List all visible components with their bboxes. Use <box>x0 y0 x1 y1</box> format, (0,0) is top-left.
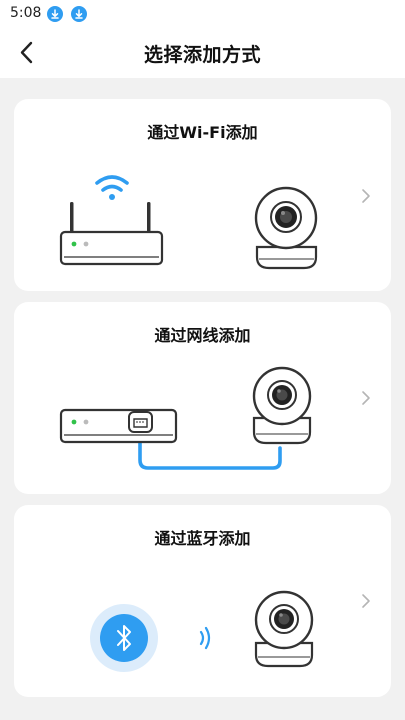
status-bar: 5:08 <box>0 0 405 28</box>
wifi-router-camera-illustration <box>59 175 318 270</box>
camera-icon <box>252 366 312 445</box>
chevron-right-icon <box>362 189 370 203</box>
camera-icon <box>254 590 314 668</box>
camera-icon <box>254 186 318 270</box>
download-icon <box>71 6 87 22</box>
status-time: 5:08 <box>10 5 42 21</box>
chevron-right-icon <box>362 594 370 608</box>
signal-waves-icon <box>199 626 211 650</box>
router-icon <box>59 202 164 266</box>
router-icon <box>59 408 178 444</box>
header: 选择添加方式 <box>0 28 405 78</box>
bluetooth-icon <box>90 604 158 672</box>
add-via-bluetooth-card[interactable]: 通过蓝牙添加 <box>14 505 391 697</box>
wifi-icon <box>95 175 129 200</box>
bluetooth-camera-illustration <box>90 590 314 672</box>
chevron-right-icon <box>362 391 370 405</box>
add-via-ethernet-card[interactable]: 通过网线添加 <box>14 302 391 494</box>
ethernet-camera-illustration <box>59 366 312 470</box>
page-title: 选择添加方式 <box>143 44 261 66</box>
add-via-wifi-card[interactable]: 通过Wi-Fi添加 <box>14 99 391 291</box>
download-icon <box>47 6 63 22</box>
